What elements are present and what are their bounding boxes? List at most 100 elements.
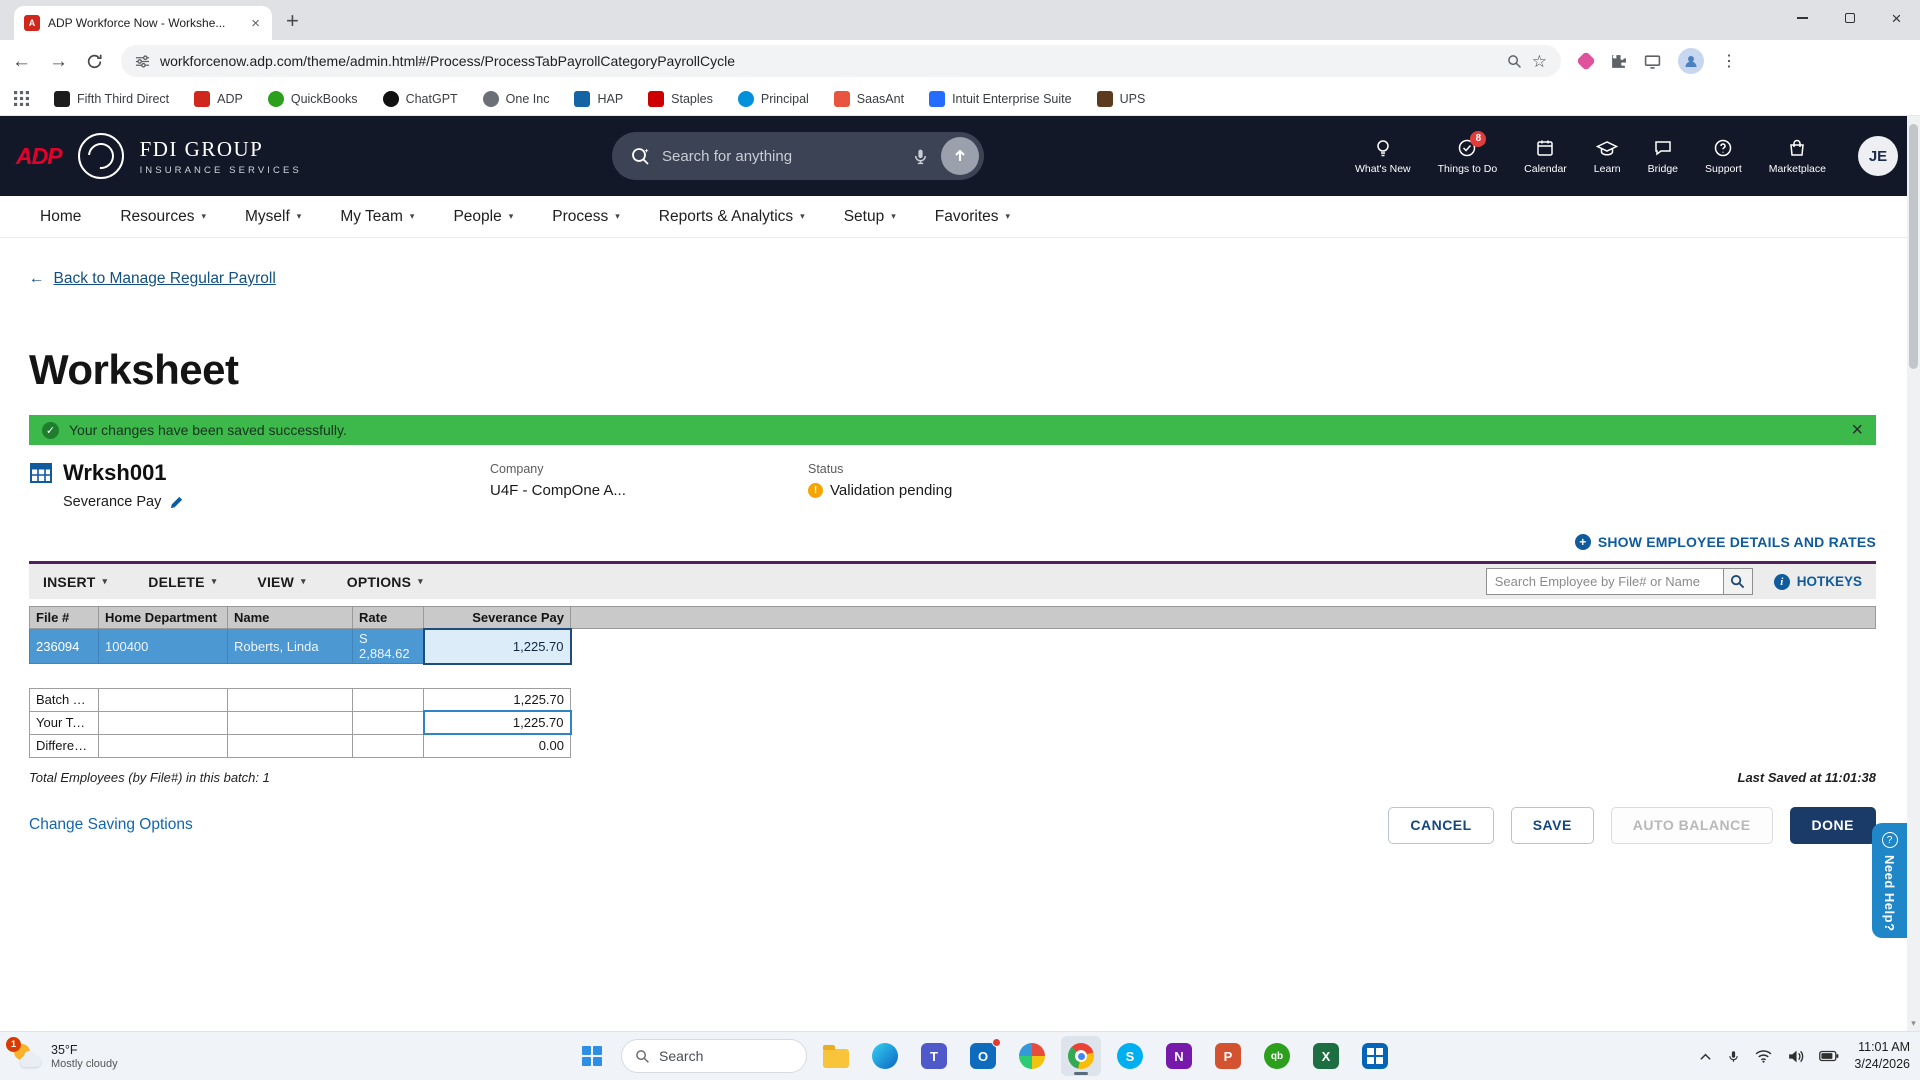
maximize-button[interactable] — [1826, 0, 1873, 36]
user-avatar[interactable]: JE — [1858, 136, 1898, 176]
onenote-button[interactable]: N — [1159, 1036, 1199, 1076]
bookmark-fifth-third[interactable]: Fifth Third Direct — [54, 90, 169, 107]
hidden-icons-chevron-icon[interactable] — [1699, 1052, 1712, 1061]
taskbar-clock[interactable]: 11:01 AM 3/24/2026 — [1854, 1039, 1910, 1073]
nav-resources[interactable]: Resources ▾ — [120, 208, 206, 226]
extensions-icon[interactable] — [1610, 53, 1627, 70]
reload-icon[interactable] — [86, 53, 103, 70]
marketplace-button[interactable]: Marketplace — [1769, 138, 1826, 175]
minimize-button[interactable] — [1779, 0, 1826, 36]
url-text[interactable]: workforcenow.adp.com/theme/admin.html#/P… — [160, 53, 1497, 69]
bookmark-hap[interactable]: HAP — [574, 90, 623, 107]
bookmark-ups[interactable]: UPS — [1096, 90, 1145, 107]
save-button[interactable]: SAVE — [1510, 806, 1594, 844]
bookmark-chatgpt[interactable]: ChatGPT — [382, 90, 458, 107]
tab-close-icon[interactable]: × — [249, 15, 262, 32]
chrome-button[interactable] — [1061, 1036, 1101, 1076]
pinned-extension-icon[interactable] — [1576, 51, 1596, 71]
powerpoint-button[interactable]: P — [1208, 1036, 1248, 1076]
view-menu-button[interactable]: VIEW ▾ — [257, 574, 305, 590]
show-employee-details-link[interactable]: + SHOW EMPLOYEE DETAILS AND RATES — [29, 534, 1876, 550]
insert-menu-button[interactable]: INSERT ▾ — [43, 574, 107, 590]
browser-profile-avatar[interactable] — [1678, 48, 1704, 74]
change-saving-options-link[interactable]: Change Saving Options — [29, 816, 193, 834]
bookmark-principal[interactable]: Principal — [737, 90, 809, 107]
file-explorer-button[interactable] — [816, 1036, 856, 1076]
nav-people[interactable]: People ▾ — [453, 208, 513, 226]
edge-button[interactable] — [865, 1036, 905, 1076]
delete-menu-button[interactable]: DELETE ▾ — [148, 574, 216, 590]
done-button[interactable]: DONE — [1789, 806, 1876, 844]
bookmark-intuit[interactable]: Intuit Enterprise Suite — [929, 90, 1072, 107]
employee-row[interactable]: 236094 100400 Roberts, Linda S 2,884.62 … — [29, 627, 1876, 665]
employee-search-button[interactable] — [1722, 568, 1753, 595]
back-icon[interactable]: ← — [12, 52, 31, 71]
scrollbar-thumb[interactable] — [1909, 124, 1918, 369]
bookmark-star-icon[interactable]: ☆ — [1532, 53, 1547, 70]
cell-file-number[interactable]: 236094 — [29, 628, 99, 664]
options-menu-button[interactable]: OPTIONS ▾ — [347, 574, 423, 590]
col-severance-pay[interactable]: Severance Pay — [423, 606, 571, 629]
site-settings-icon[interactable] — [135, 54, 150, 69]
edit-pencil-icon[interactable] — [169, 495, 184, 510]
nav-my-team[interactable]: My Team ▾ — [340, 208, 414, 226]
teams-button[interactable]: T — [914, 1036, 954, 1076]
taskbar-search[interactable]: Search — [621, 1039, 807, 1073]
nav-home[interactable]: Home — [40, 208, 81, 226]
bookmark-saasant[interactable]: SaasAnt — [833, 90, 904, 107]
cell-home-department[interactable]: 100400 — [98, 628, 228, 664]
need-help-tab[interactable]: ? Need Help? — [1872, 823, 1907, 938]
new-tab-button[interactable]: + — [286, 10, 299, 32]
col-name[interactable]: Name — [227, 606, 353, 629]
employee-search-input[interactable] — [1485, 568, 1723, 595]
nav-reports-analytics[interactable]: Reports & Analytics ▾ — [659, 208, 805, 226]
adp-logo[interactable]: ADP — [16, 143, 63, 170]
cell-severance-pay[interactable]: 1,225.70 — [422, 627, 572, 665]
col-file-number[interactable]: File # — [29, 606, 99, 629]
cast-device-icon[interactable] — [1644, 53, 1661, 70]
nav-favorites[interactable]: Favorites ▾ — [935, 208, 1010, 226]
your-totals-value[interactable]: 1,225.70 — [422, 710, 572, 735]
microphone-icon[interactable] — [912, 148, 929, 165]
close-window-button[interactable]: × — [1873, 0, 1920, 36]
nav-setup[interactable]: Setup ▾ — [844, 208, 896, 226]
hotkeys-button[interactable]: i HOTKEYS — [1773, 573, 1862, 590]
bookmark-one-inc[interactable]: One Inc — [482, 90, 549, 107]
cell-rate[interactable]: S 2,884.62 — [352, 628, 424, 664]
weather-widget[interactable]: 1 35°F Mostly cloudy — [6, 1037, 118, 1070]
bookmark-adp[interactable]: ADP — [194, 90, 243, 107]
nav-myself[interactable]: Myself ▾ — [245, 208, 301, 226]
outlook-button[interactable]: O — [963, 1036, 1003, 1076]
forward-icon[interactable]: → — [49, 52, 68, 71]
start-button[interactable] — [572, 1036, 612, 1076]
global-search[interactable]: Search for anything — [612, 132, 984, 180]
page-scrollbar[interactable]: ▾ — [1907, 116, 1920, 1031]
cell-name[interactable]: Roberts, Linda — [227, 628, 353, 664]
wifi-icon[interactable] — [1755, 1049, 1772, 1063]
zoom-icon[interactable] — [1507, 54, 1522, 69]
apps-grid-icon[interactable] — [14, 91, 29, 106]
search-submit-button[interactable] — [941, 137, 979, 175]
col-home-department[interactable]: Home Department — [98, 606, 228, 629]
browser-tab[interactable]: A ADP Workforce Now - Workshe... × — [14, 6, 272, 40]
quickbooks-button[interactable]: qb — [1257, 1036, 1297, 1076]
support-button[interactable]: Support — [1705, 138, 1742, 175]
back-to-manage-payroll-link[interactable]: Back to Manage Regular Payroll — [54, 270, 276, 288]
scrollbar-down-icon[interactable]: ▾ — [1907, 1018, 1920, 1029]
photos-button[interactable] — [1012, 1036, 1052, 1076]
tray-microphone-icon[interactable] — [1727, 1049, 1740, 1064]
bridge-button[interactable]: Bridge — [1648, 138, 1678, 175]
browser-menu-icon[interactable]: ⋮ — [1721, 51, 1737, 71]
learn-button[interactable]: Learn — [1594, 138, 1621, 175]
things-to-do-button[interactable]: 8 Things to Do — [1438, 130, 1497, 175]
banner-close-icon[interactable]: × — [1851, 420, 1863, 440]
cancel-button[interactable]: CANCEL — [1388, 806, 1494, 844]
office-apps-button[interactable] — [1355, 1036, 1395, 1076]
col-rate[interactable]: Rate — [352, 606, 424, 629]
bookmark-quickbooks[interactable]: QuickBooks — [267, 90, 358, 107]
bookmark-staples[interactable]: Staples — [648, 90, 713, 107]
address-bar[interactable]: workforcenow.adp.com/theme/admin.html#/P… — [121, 45, 1561, 77]
battery-icon[interactable] — [1819, 1050, 1839, 1062]
excel-button[interactable]: X — [1306, 1036, 1346, 1076]
whats-new-button[interactable]: What's New — [1355, 138, 1411, 175]
